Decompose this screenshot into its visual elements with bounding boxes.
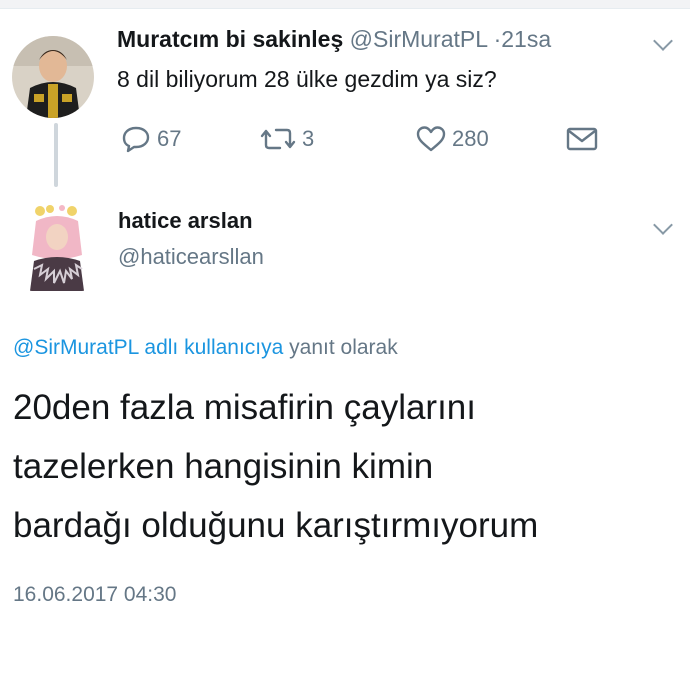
reply-tweet-text: 20den fazla misafirin çaylarını tazelerk… (13, 378, 673, 555)
avatar-reply[interactable] (26, 205, 88, 291)
reply-icon (121, 125, 151, 153)
replying-to-suffix: yanıt olarak (289, 336, 398, 359)
retweet-button[interactable]: 3 (260, 124, 314, 154)
reply-button[interactable]: 67 (121, 124, 181, 154)
heart-icon (416, 125, 446, 153)
parent-time[interactable]: 21sa (501, 26, 551, 52)
reply-handle[interactable]: @haticearsllan (118, 244, 264, 270)
reply-count: 67 (157, 126, 182, 151)
parent-tweet-text: 8 dil biliyorum 28 ülke gezdim ya siz? (117, 66, 497, 92)
direct-message-button[interactable] (566, 124, 598, 154)
reply-text-line: 20den fazla misafirin çaylarını (13, 388, 476, 427)
reply-text-line: bardağı olduğunu karıştırmıyorum (13, 506, 539, 545)
reply-text-line: tazelerken hangisinin kimin (13, 447, 434, 486)
reply-display-name[interactable]: hatice arslan (118, 208, 253, 234)
avatar-parent[interactable] (12, 36, 94, 118)
retweet-count: 3 (302, 126, 315, 151)
parent-tweet-header: Muratcım bi sakinleş @SirMuratPL ·21sa (117, 26, 551, 53)
retweet-icon (260, 125, 296, 153)
like-count: 280 (452, 126, 489, 151)
parent-display-name[interactable]: Muratcım bi sakinleş (117, 26, 343, 52)
top-divider (0, 0, 690, 9)
replying-to-mention[interactable]: @SirMuratPL adlı kullanıcıya (13, 336, 283, 359)
envelope-icon (566, 126, 598, 152)
replying-to-context: @SirMuratPL adlı kullanıcıya yanıt olara… (13, 336, 398, 360)
thread-connector (54, 123, 58, 187)
reply-timestamp[interactable]: 16.06.2017 04:30 (13, 583, 177, 607)
chevron-down-icon[interactable] (653, 215, 673, 235)
parent-handle[interactable]: @SirMuratPL (350, 26, 488, 52)
like-button[interactable]: 280 (416, 124, 489, 154)
chevron-down-icon[interactable] (653, 31, 673, 51)
